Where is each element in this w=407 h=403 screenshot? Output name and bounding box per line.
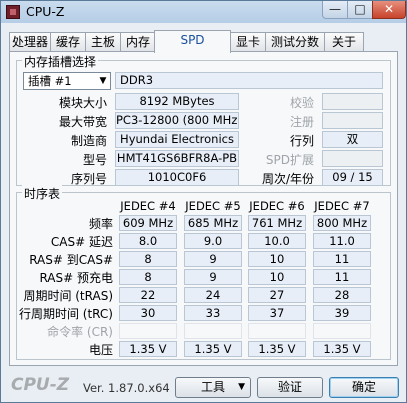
week-year-label: 周次/年份 [261,172,314,186]
timing-label-frequency: 频率 [88,217,113,231]
timing-cell: 33 [184,305,242,321]
tools-button[interactable]: 工具 ▼ [175,377,251,398]
tab-graphics[interactable]: 显卡 [230,32,266,51]
timings-group-title: 时序表 [22,185,63,202]
timing-cell: 39 [313,305,371,321]
timing-cell: 10.0 [248,233,306,249]
ranks-value: 双 [322,131,383,148]
timing-cell: 761 MHz [248,215,306,231]
timing-cell: 37 [248,305,306,321]
cpuz-window: CPU-Z — □ ✕ 处理器 缓存 主板 内存 SPD 显卡 测试分数 关于 … [0,0,407,403]
timing-label-trc: 行周期时间 (tRC) [18,307,113,321]
timing-cell: 30 [119,305,177,321]
column-header-jedec6: JEDEC #6 [249,199,305,213]
column-header-jedec5: JEDEC #5 [185,199,241,213]
tab-cache[interactable]: 缓存 [50,32,86,51]
timing-cell: 800 MHz [313,215,371,231]
timing-label-ras-to-cas: RAS# 到CAS# [29,253,113,267]
column-header-jedec4: JEDEC #4 [120,199,176,213]
window-title: CPU-Z [26,4,65,19]
timing-cell: 10 [248,269,306,285]
timing-cell: 10 [248,251,306,267]
timing-cell: 9 [184,251,242,267]
ok-button[interactable]: 确定 [329,377,399,398]
serial-number-value: 1010C0F6 [115,169,239,186]
timing-cell: 8 [119,251,177,267]
timing-cell [313,323,371,339]
tab-mainboard[interactable]: 主板 [85,32,121,51]
timing-label-cas: CAS# 延迟 [50,235,113,249]
cpuz-app-icon [6,5,20,19]
timing-label-ras-precharge: RAS# 预充电 [39,271,113,285]
timing-cell: 685 MHz [184,215,242,231]
slot-select-value: 插槽 #1 [28,74,72,88]
ecc-label: 校验 [289,96,314,110]
module-size-value: 8192 MBytes [115,93,239,110]
spd-ext-value [322,150,383,167]
timing-cell [119,323,177,339]
timing-cell: 11.0 [313,233,371,249]
registered-label: 注册 [289,115,314,129]
dropdown-arrow-icon: ▼ [238,382,245,392]
ecc-value [322,93,383,110]
chevron-down-icon: ▼ [99,76,107,86]
part-number-value: HMT41GS6BFR8A-PB [115,150,239,167]
close-button[interactable]: ✕ [372,1,406,19]
timing-cell [248,323,306,339]
tab-spd[interactable]: SPD [154,30,231,53]
max-bandwidth-value: PC3-12800 (800 MHz) [115,112,239,129]
spd-panel: 内存插槽选择 插槽 #1 ▼ DDR3 模块大小 8192 MBytes 校验 … [9,51,398,366]
timing-cell: 27 [248,287,306,303]
slot-selection-group: 内存插槽选择 插槽 #1 ▼ DDR3 模块大小 8192 MBytes 校验 … [16,53,391,186]
timing-label-voltage: 电压 [88,343,113,357]
part-number-label: 型号 [82,153,107,167]
timing-label-tras: 周期时间 (tRAS) [23,289,113,303]
maximize-button[interactable]: □ [347,1,373,19]
timing-cell: 22 [119,287,177,303]
spd-ext-label: SPD扩展 [265,153,314,167]
tab-about[interactable]: 关于 [324,32,364,51]
timing-cell: 24 [184,287,242,303]
memory-type-value: DDR3 [115,72,383,89]
timings-group: 时序表 JEDEC #4 JEDEC #5 JEDEC #6 JEDEC #7 … [16,185,391,360]
timing-cell: 1.35 V [248,341,306,357]
timing-cell [184,323,242,339]
timing-label-command-rate: 命令率 (CR) [47,325,113,339]
max-bandwidth-label: 最大带宽 [58,115,107,129]
timing-cell: 8.0 [119,233,177,249]
timing-cell: 9 [184,269,242,285]
title-bar[interactable]: CPU-Z — □ ✕ [1,1,406,23]
ranks-label: 行列 [289,134,314,148]
timing-cell: 11 [313,269,371,285]
timing-cell: 1.35 V [119,341,177,357]
timing-cell: 11 [313,251,371,267]
timing-cell: 8 [119,269,177,285]
manufacturer-label: 制造商 [70,134,107,148]
timing-cell: 1.35 V [184,341,242,357]
registered-value [322,112,383,129]
module-size-label: 模块大小 [58,96,107,110]
tools-button-label: 工具 [200,380,225,394]
tab-bench[interactable]: 测试分数 [265,32,325,51]
cpuz-logo: CPU-Z [11,375,70,395]
manufacturer-value: Hyundai Electronics [115,131,239,148]
timing-cell: 609 MHz [119,215,177,231]
minimize-button[interactable]: — [322,1,348,19]
slot-select[interactable]: 插槽 #1 ▼ [23,72,111,90]
timing-cell: 1.35 V [313,341,371,357]
validate-button[interactable]: 验证 [257,377,323,398]
version-label: Ver. 1.87.0.x64 [83,381,170,395]
tab-memory[interactable]: 内存 [120,32,156,51]
tab-processor[interactable]: 处理器 [9,32,51,51]
slot-group-title: 内存插槽选择 [22,53,99,70]
week-year-value: 09 / 15 [322,169,383,186]
timing-cell: 9.0 [184,233,242,249]
column-header-jedec7: JEDEC #7 [314,199,370,213]
timing-cell: 28 [313,287,371,303]
